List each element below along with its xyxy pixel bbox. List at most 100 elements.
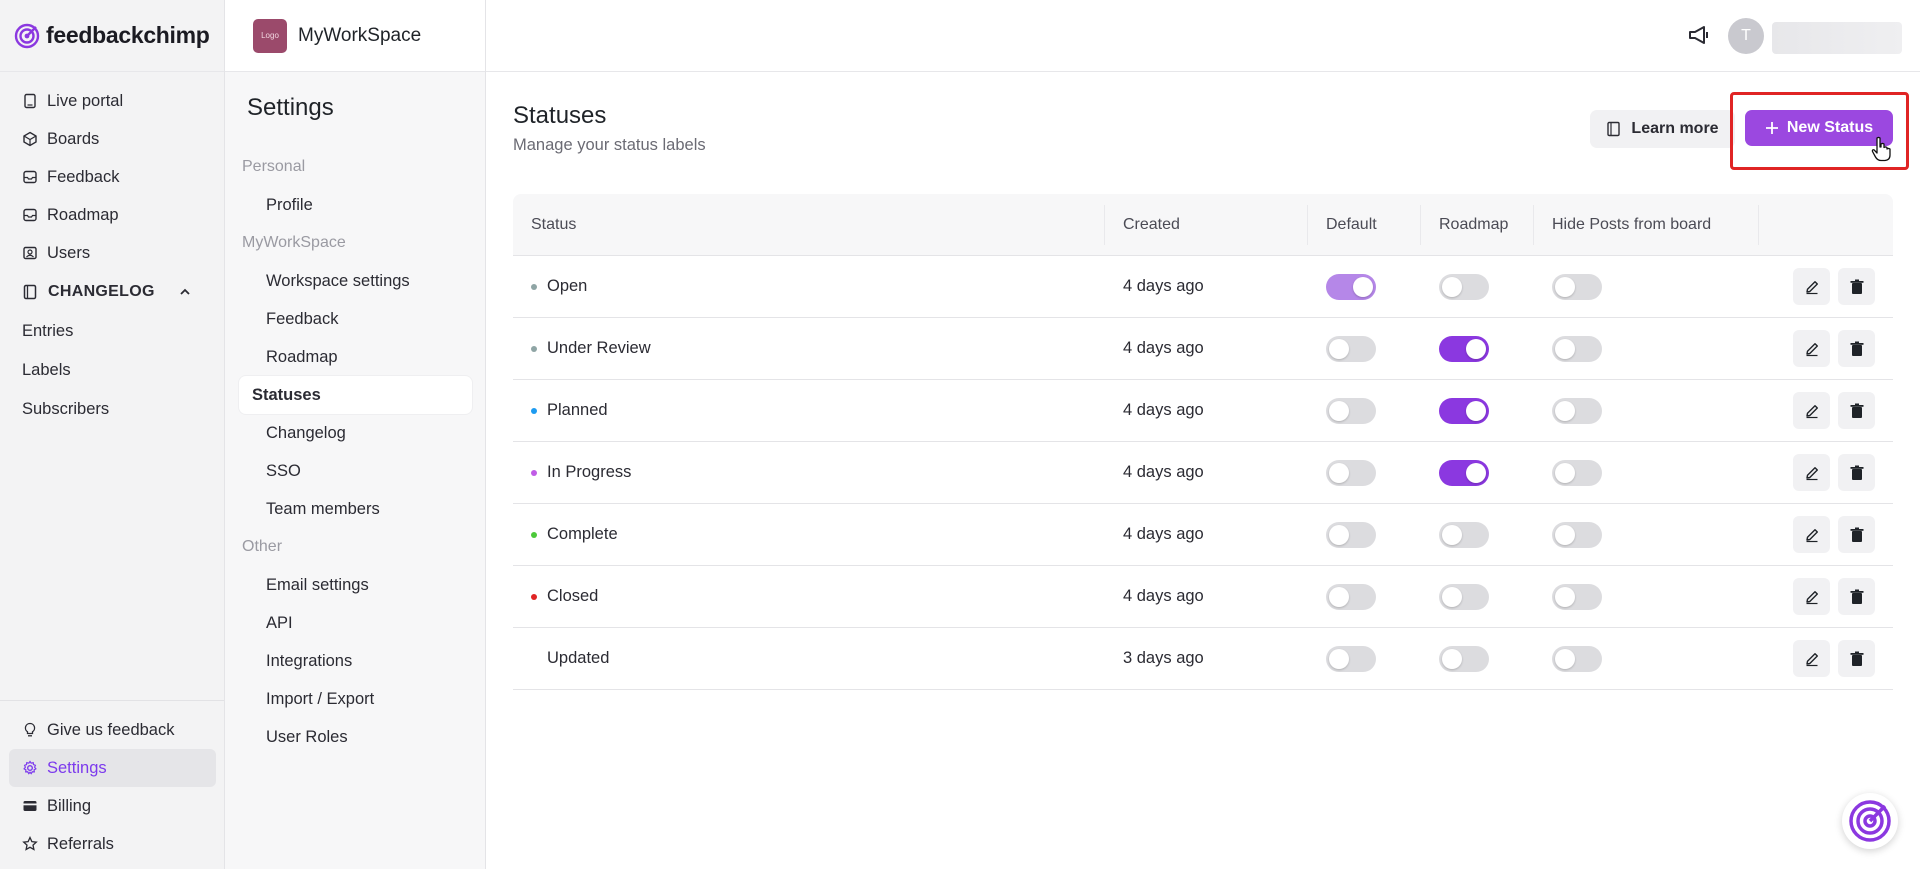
trash-icon bbox=[1850, 465, 1863, 480]
hide-posts-cell bbox=[1534, 318, 1759, 379]
status-color-dot bbox=[531, 656, 537, 662]
avatar[interactable]: T bbox=[1728, 18, 1764, 54]
nav-item-settings[interactable]: Settings bbox=[9, 749, 216, 787]
edit-button[interactable] bbox=[1793, 578, 1830, 615]
hide-posts-toggle[interactable] bbox=[1552, 521, 1602, 548]
settings-item-feedback[interactable]: Feedback bbox=[239, 300, 472, 338]
hide-posts-toggle[interactable] bbox=[1552, 583, 1602, 610]
feedbackchimp-logo-icon bbox=[14, 23, 40, 48]
roadmap-toggle[interactable] bbox=[1439, 273, 1489, 300]
learn-more-button[interactable]: Learn more bbox=[1590, 110, 1735, 148]
top-bar: T bbox=[486, 0, 1920, 72]
hide-posts-toggle[interactable] bbox=[1552, 335, 1602, 362]
nav-item-boards[interactable]: Boards bbox=[0, 120, 216, 158]
row-actions bbox=[1777, 268, 1893, 305]
table-body: Open 4 days ago Under Review 4 days ago Plan… bbox=[513, 256, 1893, 690]
default-toggle[interactable] bbox=[1326, 583, 1376, 610]
boards-icon bbox=[23, 131, 37, 147]
delete-button[interactable] bbox=[1838, 640, 1875, 677]
status-cell: Complete bbox=[513, 504, 1105, 565]
trash-icon bbox=[1850, 279, 1863, 294]
created-cell: 4 days ago bbox=[1123, 525, 1204, 543]
table-row: Open 4 days ago bbox=[513, 256, 1893, 318]
roadmap-toggle[interactable] bbox=[1439, 335, 1489, 362]
actions-cell bbox=[1759, 628, 1893, 689]
inbox-icon bbox=[23, 208, 37, 222]
brand[interactable]: feedbackchimp bbox=[0, 0, 224, 72]
megaphone-icon[interactable] bbox=[1686, 22, 1712, 48]
roadmap-toggle[interactable] bbox=[1439, 397, 1489, 424]
hide-posts-toggle[interactable] bbox=[1552, 397, 1602, 424]
settings-item-import-export[interactable]: Import / Export bbox=[239, 680, 472, 718]
default-toggle[interactable] bbox=[1326, 273, 1376, 300]
delete-button[interactable] bbox=[1838, 392, 1875, 429]
roadmap-toggle[interactable] bbox=[1439, 459, 1489, 486]
workspace-logo: Logo bbox=[253, 18, 287, 53]
nav-item-subscribers[interactable]: Subscribers bbox=[0, 390, 224, 429]
edit-button[interactable] bbox=[1793, 640, 1830, 677]
hide-posts-cell bbox=[1534, 442, 1759, 503]
delete-button[interactable] bbox=[1838, 516, 1875, 553]
settings-item-email-settings[interactable]: Email settings bbox=[239, 566, 472, 604]
book-icon bbox=[23, 284, 37, 300]
user-name-placeholder[interactable] bbox=[1772, 22, 1902, 54]
table-row: Complete 4 days ago bbox=[513, 504, 1893, 566]
default-toggle[interactable] bbox=[1326, 521, 1376, 548]
created-cell: 4 days ago bbox=[1123, 277, 1204, 295]
edit-button[interactable] bbox=[1793, 268, 1830, 305]
settings-item-profile[interactable]: Profile bbox=[239, 186, 472, 224]
nav-item-entries[interactable]: Entries bbox=[0, 312, 224, 351]
settings-item-roadmap[interactable]: Roadmap bbox=[239, 338, 472, 376]
nav-item-give-feedback[interactable]: Give us feedback bbox=[0, 711, 216, 749]
default-toggle[interactable] bbox=[1326, 335, 1376, 362]
roadmap-toggle[interactable] bbox=[1439, 645, 1489, 672]
delete-button[interactable] bbox=[1838, 330, 1875, 367]
settings-item-workspace-settings[interactable]: Workspace settings bbox=[239, 262, 472, 300]
default-toggle[interactable] bbox=[1326, 645, 1376, 672]
workspace-switcher[interactable]: Logo MyWorkSpace bbox=[225, 0, 485, 72]
delete-button[interactable] bbox=[1838, 454, 1875, 491]
hide-posts-toggle[interactable] bbox=[1552, 459, 1602, 486]
nav-item-live-portal[interactable]: Live portal bbox=[0, 82, 216, 120]
default-toggle[interactable] bbox=[1326, 459, 1376, 486]
row-actions bbox=[1777, 516, 1893, 553]
nav-item-feedback[interactable]: Feedback bbox=[0, 158, 216, 196]
main-content: Statuses Manage your status labels Learn… bbox=[486, 72, 1920, 869]
edit-button[interactable] bbox=[1793, 454, 1830, 491]
hide-posts-toggle[interactable] bbox=[1552, 273, 1602, 300]
actions-cell bbox=[1759, 256, 1893, 317]
settings-item-team-members[interactable]: Team members bbox=[239, 490, 472, 528]
nav-item-referrals[interactable]: Referrals bbox=[0, 825, 216, 863]
nav-item-roadmap[interactable]: Roadmap bbox=[0, 196, 216, 234]
edit-button[interactable] bbox=[1793, 516, 1830, 553]
status-color-dot bbox=[531, 531, 537, 538]
settings-item-sso[interactable]: SSO bbox=[239, 452, 472, 490]
nav-item-label: Roadmap bbox=[47, 205, 119, 224]
nav-item-billing[interactable]: Billing bbox=[0, 787, 216, 825]
settings-item-statuses[interactable]: Statuses bbox=[239, 376, 472, 414]
hide-posts-toggle[interactable] bbox=[1552, 645, 1602, 672]
pencil-icon bbox=[1805, 528, 1818, 542]
edit-button[interactable] bbox=[1793, 392, 1830, 429]
settings-section-workspace: MyWorkSpace bbox=[242, 234, 346, 251]
delete-button[interactable] bbox=[1838, 268, 1875, 305]
plus-icon bbox=[1765, 122, 1778, 134]
settings-item-user-roles[interactable]: User Roles bbox=[239, 718, 472, 756]
nav-item-labels[interactable]: Labels bbox=[0, 351, 224, 390]
nav-bottom: Give us feedback Settings Billing Referr… bbox=[0, 700, 224, 869]
chat-widget-button[interactable] bbox=[1842, 793, 1898, 849]
file-icon bbox=[24, 93, 36, 109]
delete-button[interactable] bbox=[1838, 578, 1875, 615]
settings-item-changelog[interactable]: Changelog bbox=[239, 414, 472, 452]
roadmap-toggle[interactable] bbox=[1439, 521, 1489, 548]
edit-button[interactable] bbox=[1793, 330, 1830, 367]
status-color-dot bbox=[531, 469, 537, 476]
table-row: Planned 4 days ago bbox=[513, 380, 1893, 442]
roadmap-toggle[interactable] bbox=[1439, 583, 1489, 610]
nav-group-changelog[interactable]: CHANGELOG bbox=[0, 272, 224, 312]
nav-item-users[interactable]: Users bbox=[0, 234, 216, 272]
default-toggle[interactable] bbox=[1326, 397, 1376, 424]
status-name: Planned bbox=[547, 401, 608, 419]
settings-item-api[interactable]: API bbox=[239, 604, 472, 642]
settings-item-integrations[interactable]: Integrations bbox=[239, 642, 472, 680]
